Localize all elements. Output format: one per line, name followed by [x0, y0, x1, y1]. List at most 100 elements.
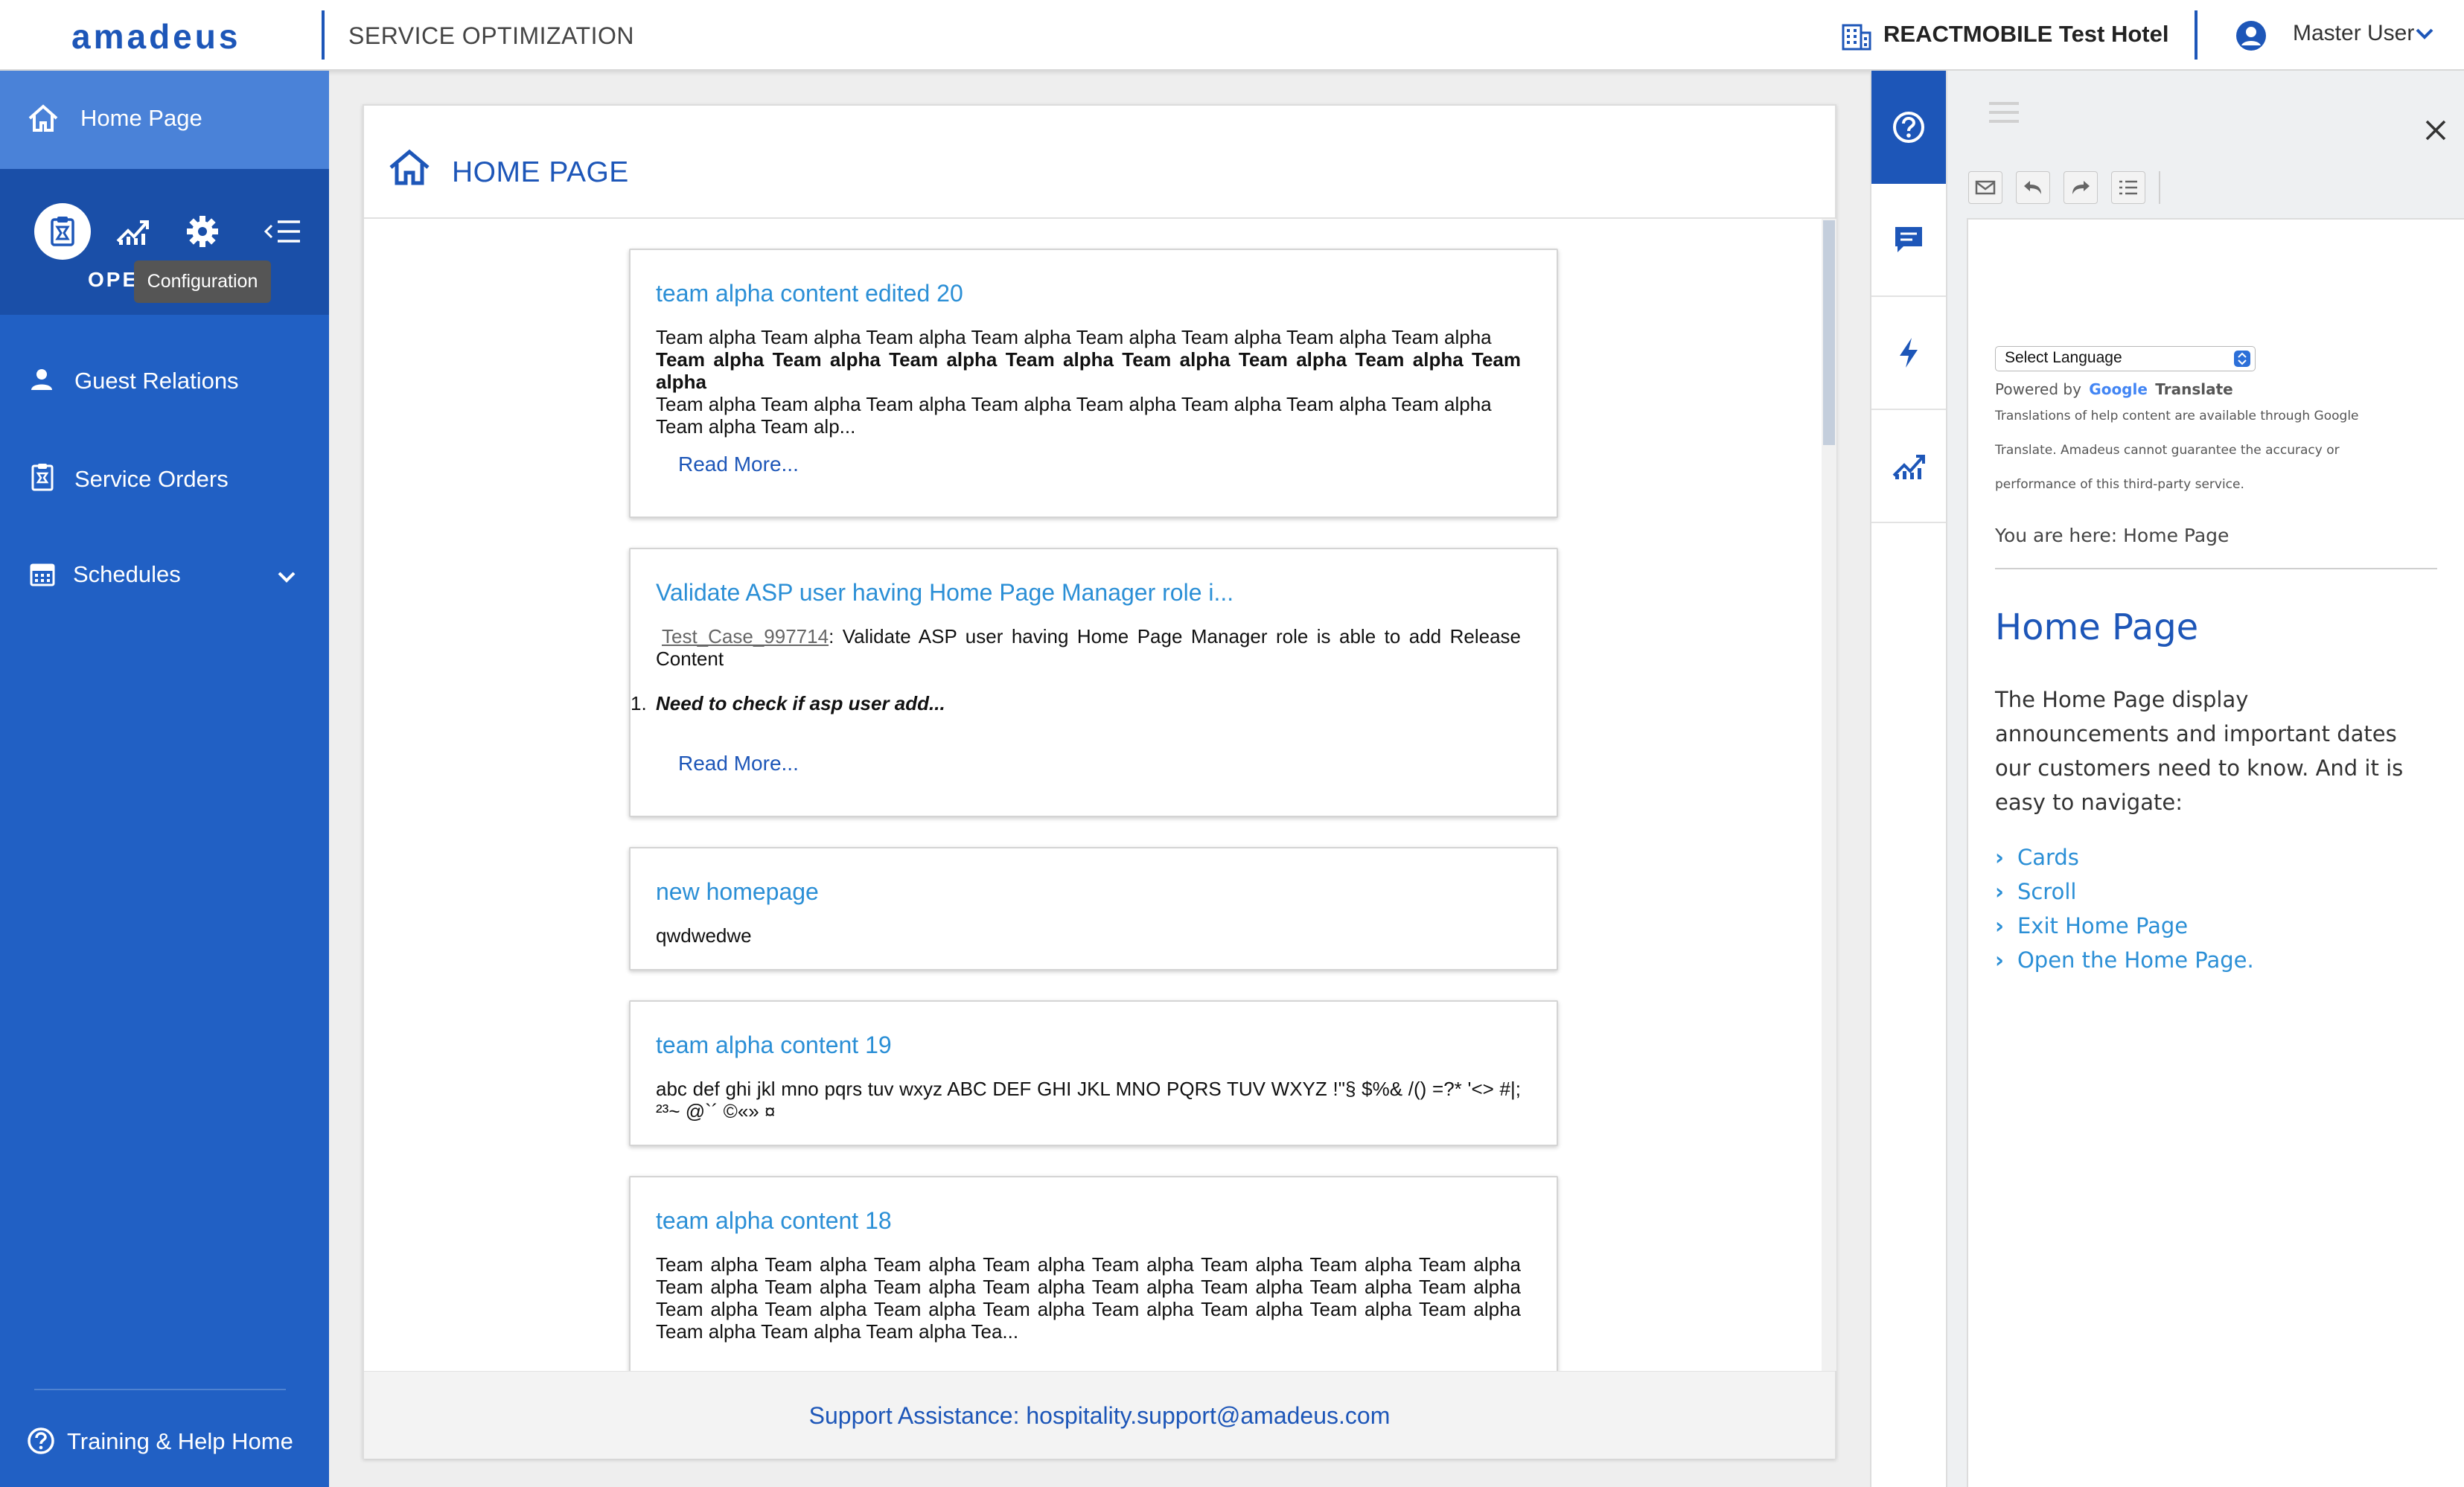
person-icon	[30, 368, 54, 395]
announcement-feed[interactable]: team alpha content edited 20 Team alpha …	[364, 219, 1822, 1371]
header-divider-2	[2195, 10, 2198, 60]
card-title[interactable]: team alpha content 19	[656, 1032, 892, 1059]
back-button[interactable]	[2016, 171, 2050, 204]
translate-disclaimer: performance of this third-party service.	[1995, 477, 2244, 492]
top-bar: amadeus SERVICE OPTIMIZATION REACTMOBILE…	[0, 0, 2464, 71]
translate-label: Translate	[2155, 380, 2233, 398]
help-link-label: Exit Home Page	[2017, 913, 2189, 938]
help-link-scroll[interactable]: › Scroll	[1995, 879, 2076, 904]
sidebar-item-home[interactable]: Home Page	[0, 71, 329, 169]
google-logo: Google	[2089, 380, 2148, 398]
chat-tab-button[interactable]	[1871, 184, 1946, 297]
sidebar-item-schedules[interactable]: Schedules	[0, 528, 329, 618]
language-select-value: Select Language	[2005, 349, 2122, 366]
card-body: Test_Case_997714: Validate ASP user havi…	[656, 625, 1521, 670]
configuration-gear-button[interactable]	[174, 203, 231, 260]
toolbar-divider	[2159, 171, 2160, 204]
training-help-home-link[interactable]: Training & Help Home	[0, 1410, 329, 1477]
forward-button[interactable]	[2064, 171, 2098, 204]
chevron-right-icon: ›	[1995, 845, 2004, 870]
list-item: Need to check if asp user add...	[656, 692, 945, 714]
collapse-menu-icon[interactable]	[255, 203, 311, 260]
read-more-link[interactable]: Read More...	[678, 453, 799, 476]
quick-actions-tab-button[interactable]	[1871, 297, 1946, 410]
sidebar-item-label: Schedules	[73, 561, 181, 587]
test-case-link[interactable]: Test_Case_997714	[662, 625, 829, 647]
help-description: The Home Page display announcements and …	[1995, 687, 2404, 815]
select-arrows-icon	[2234, 351, 2250, 367]
home-icon	[388, 149, 431, 190]
card-title[interactable]: Validate ASP user having Home Page Manag…	[656, 579, 1233, 607]
hotel-building-icon	[1842, 22, 1871, 54]
translate-disclaimer: Translations of help content are availab…	[1995, 409, 2359, 423]
analytics-tab-button[interactable]	[1871, 410, 1946, 523]
user-menu[interactable]: Master User	[2293, 21, 2414, 46]
toc-button[interactable]	[2111, 171, 2145, 204]
help-link-exit[interactable]: › Exit Home Page	[1995, 913, 2188, 938]
calendar-icon	[30, 561, 55, 590]
chevron-down-icon	[277, 570, 296, 587]
announcement-card: team alpha content edited 20 Team alpha …	[629, 249, 1558, 518]
announcement-card: new homepage qwdwedwe	[629, 847, 1558, 970]
chevron-right-icon: ›	[1995, 913, 2004, 938]
help-circle-icon	[27, 1427, 55, 1459]
chevron-right-icon: ›	[1995, 947, 2004, 973]
chevron-down-icon[interactable]	[2415, 27, 2434, 44]
help-link-label: Open the Home Page.	[2017, 947, 2254, 973]
header-divider	[322, 10, 325, 60]
hotel-name[interactable]: REACTMOBILE Test Hotel	[1883, 21, 2169, 48]
trending-up-icon	[1892, 455, 1925, 479]
home-page-panel: HOME PAGE team alpha content edited 20 T…	[363, 104, 1836, 1459]
list-icon	[2119, 180, 2137, 195]
analytics-module-button[interactable]	[104, 203, 161, 260]
card-body-line-bold: Team alpha Team alpha Team alpha Team al…	[656, 348, 1521, 393]
card-title[interactable]: new homepage	[656, 878, 819, 906]
user-avatar-icon[interactable]	[2235, 19, 2267, 56]
card-body-line: Team alpha Team alp...	[656, 415, 856, 438]
help-content: Select Language Powered by Google Transl…	[1967, 218, 2464, 1487]
section-label: OPE	[88, 268, 139, 291]
scrollbar-thumb[interactable]	[1823, 220, 1835, 445]
announcement-card: team alpha content 18 Team alpha Team al…	[629, 1176, 1558, 1371]
menu-lines-icon[interactable]	[1988, 100, 2020, 129]
sidebar-item-service-orders[interactable]: Service Orders	[0, 432, 329, 521]
help-link-cards[interactable]: › Cards	[1995, 845, 2079, 870]
sidebar: Home Page OPE Configuration Guest Relati…	[0, 71, 329, 1487]
envelope-icon	[1975, 180, 1996, 195]
sidebar-item-label: Home Page	[80, 105, 202, 131]
lightning-icon	[1900, 338, 1918, 368]
forward-arrow-icon	[2072, 181, 2090, 194]
help-circle-icon	[1893, 112, 1924, 143]
card-body-line: Team alpha Team alpha Team alpha Team al…	[656, 326, 1492, 348]
language-select[interactable]: Select Language	[1995, 346, 2256, 371]
sidebar-item-label: Guest Relations	[74, 368, 239, 394]
card-title[interactable]: team alpha content edited 20	[656, 280, 963, 307]
chat-bubble-icon	[1895, 227, 1922, 252]
feed-scrollbar[interactable]	[1822, 219, 1836, 1371]
help-title: Home Page	[1995, 607, 2199, 648]
google-translate-attribution[interactable]: Powered by Google Translate	[1995, 380, 2233, 398]
close-icon[interactable]	[2424, 118, 2448, 146]
panel-footer: Support Assistance: hospitality.support@…	[364, 1371, 1835, 1459]
clipboard-icon	[31, 463, 54, 495]
powered-by-text: Powered by	[1995, 380, 2081, 398]
announcement-card: Validate ASP user having Home Page Manag…	[629, 548, 1558, 817]
app-title: SERVICE OPTIMIZATION	[348, 22, 634, 49]
card-body: qwdwedwe	[656, 924, 752, 947]
amadeus-logo[interactable]: amadeus	[71, 16, 240, 57]
read-more-link[interactable]: Read More...	[678, 752, 799, 776]
list-number: 1.	[631, 692, 647, 714]
help-panel: Select Language Powered by Google Transl…	[1946, 71, 2464, 1487]
configuration-tooltip: Configuration	[134, 260, 271, 303]
email-button[interactable]	[1968, 171, 2002, 204]
card-title[interactable]: team alpha content 18	[656, 1207, 892, 1235]
help-link-open[interactable]: › Open the Home Page.	[1995, 947, 2254, 973]
training-help-label: Training & Help Home	[67, 1428, 293, 1454]
sidebar-item-label: Service Orders	[74, 466, 229, 492]
help-tab-button[interactable]	[1871, 71, 1946, 184]
operations-module-button[interactable]	[34, 203, 91, 260]
support-assistance-link[interactable]: Support Assistance: hospitality.support@…	[364, 1372, 1835, 1459]
home-icon	[27, 103, 60, 137]
breadcrumb: You are here: Home Page	[1995, 525, 2230, 546]
sidebar-item-guest-relations[interactable]: Guest Relations	[0, 335, 329, 424]
